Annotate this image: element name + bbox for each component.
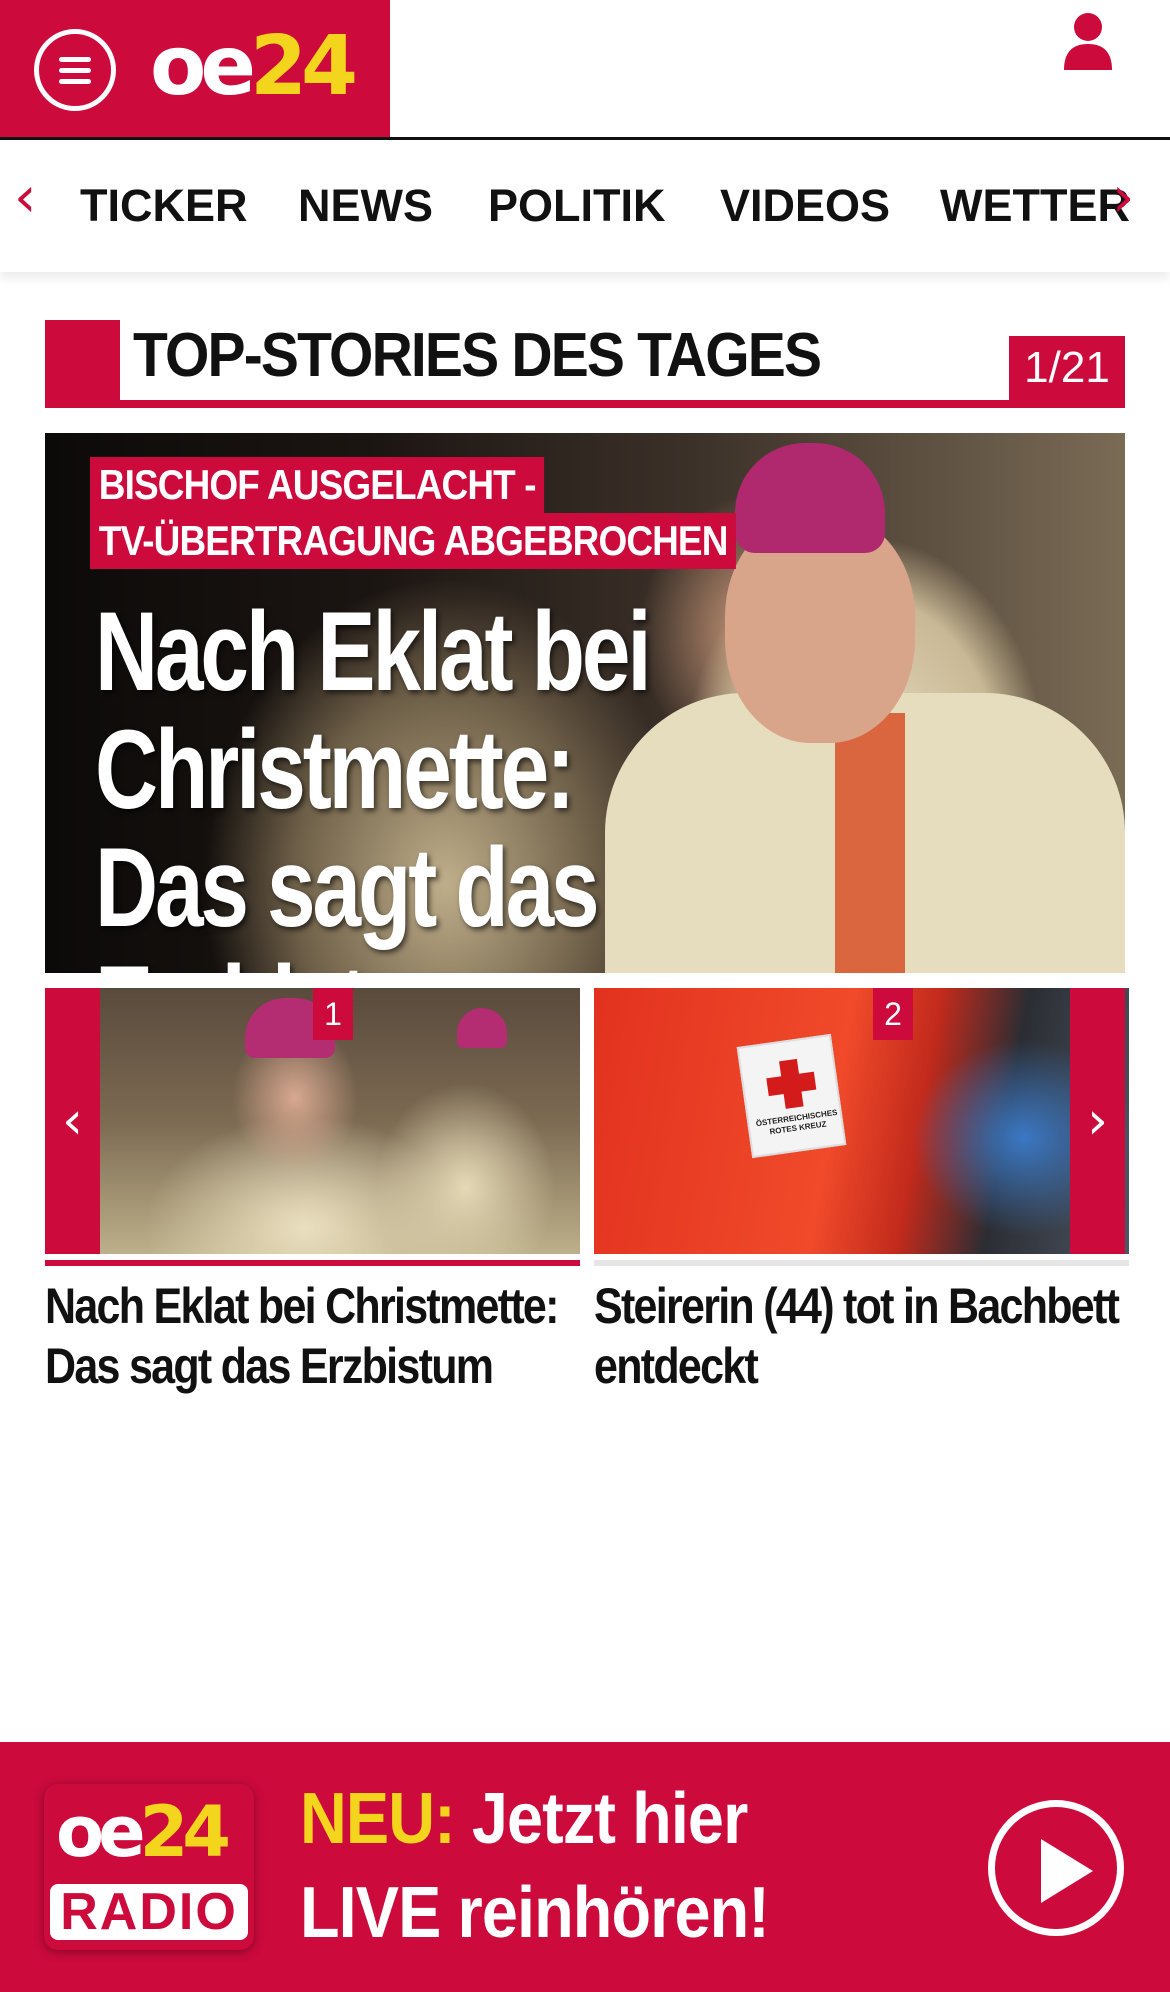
hero-story[interactable]: BISCHOF AUSGELACHT - TV-ÜBERTRAGUNG ABGE… [45, 433, 1125, 973]
patch-text: ÖSTERREICHISCHES ROTES KREUZ [755, 1107, 838, 1137]
oe24-logo[interactable]: oe24 [150, 19, 358, 114]
red-cross-patch: ÖSTERREICHISCHES ROTES KREUZ [736, 1033, 847, 1159]
carousel-next-icon[interactable]: › [1070, 988, 1125, 1254]
play-icon[interactable] [988, 1800, 1124, 1936]
nav-scroll-right-icon[interactable]: › [1112, 168, 1134, 228]
story-number-badge: 2 [873, 988, 913, 1040]
user-icon[interactable] [1062, 12, 1114, 70]
nav-item-wetter[interactable]: WETTER [940, 180, 1130, 232]
radio-promo-text: NEU: Jetzt hier LIVE reinhören! [300, 1772, 770, 1960]
card-image-mitre [457, 1008, 507, 1048]
nav-item-videos[interactable]: VIDEOS [720, 180, 890, 232]
radio-logo-oe: oe [56, 1791, 146, 1873]
story-number-badge: 1 [313, 988, 353, 1040]
story-card-image[interactable]: ÖSTERREICHISCHES ROTES KREUZ 2 [594, 988, 1129, 1254]
section-header: TOP-STORIES DES TAGES 1/21 [45, 320, 1125, 408]
hero-kicker-line1: BISCHOF AUSGELACHT - [90, 457, 545, 513]
nav-item-politik[interactable]: POLITIK [488, 180, 666, 232]
radio-label: RADIO [50, 1884, 248, 1940]
story-card-image[interactable]: 1 [45, 988, 580, 1254]
story-card-title[interactable]: Steirerin (44) tot in Bachbett entdeckt [594, 1276, 1127, 1396]
hero-kicker-line2: TV-ÜBERTRAGUNG ABGEBROCHEN [90, 513, 737, 569]
inactive-indicator [594, 1260, 1129, 1266]
radio-promo-neu: NEU: [300, 1779, 456, 1859]
nav-item-news[interactable]: NEWS [298, 180, 433, 232]
oe24-radio-logo: oe24 RADIO [44, 1784, 254, 1950]
section-accent-block [45, 320, 120, 408]
logo-24: 24 [249, 19, 358, 114]
active-indicator [45, 1260, 580, 1266]
radio-promo-line1: Jetzt hier [454, 1779, 748, 1859]
section-title: TOP-STORIES DES TAGES [133, 321, 822, 390]
story-carousel: ‹ 1 Nach Eklat bei Christmette: Das sagt… [45, 988, 1129, 1394]
story-counter: 1/21 [1009, 336, 1125, 400]
hero-image-stole [835, 713, 905, 973]
radio-promo-line2: LIVE reinhören! [300, 1873, 770, 1953]
story-card[interactable]: 1 Nach Eklat bei Christmette: Das sagt d… [45, 988, 580, 1396]
menu-icon[interactable] [34, 29, 116, 111]
radio-banner[interactable]: oe24 RADIO NEU: Jetzt hier LIVE reinhöre… [0, 1742, 1170, 1992]
section-underline [45, 400, 1125, 408]
top-header: oe24 [0, 0, 1170, 140]
hero-headline[interactable]: Nach Eklat bei Christmette: Das sagt das… [95, 593, 735, 974]
nav-item-ticker[interactable]: TICKER [80, 180, 248, 232]
nav-scroll-left-icon[interactable]: ‹ [14, 168, 36, 228]
story-card[interactable]: ÖSTERREICHISCHES ROTES KREUZ 2 Steirerin… [594, 988, 1129, 1396]
carousel-prev-icon[interactable]: ‹ [45, 988, 100, 1254]
category-nav: ‹ TICKER NEWS POLITIK VIDEOS WETTER › [0, 140, 1170, 272]
brand-block: oe24 [0, 0, 390, 137]
logo-oe: oe [150, 19, 256, 114]
radio-logo-24: 24 [139, 1791, 231, 1873]
story-card-title[interactable]: Nach Eklat bei Christmette: Das sagt das… [45, 1276, 578, 1396]
